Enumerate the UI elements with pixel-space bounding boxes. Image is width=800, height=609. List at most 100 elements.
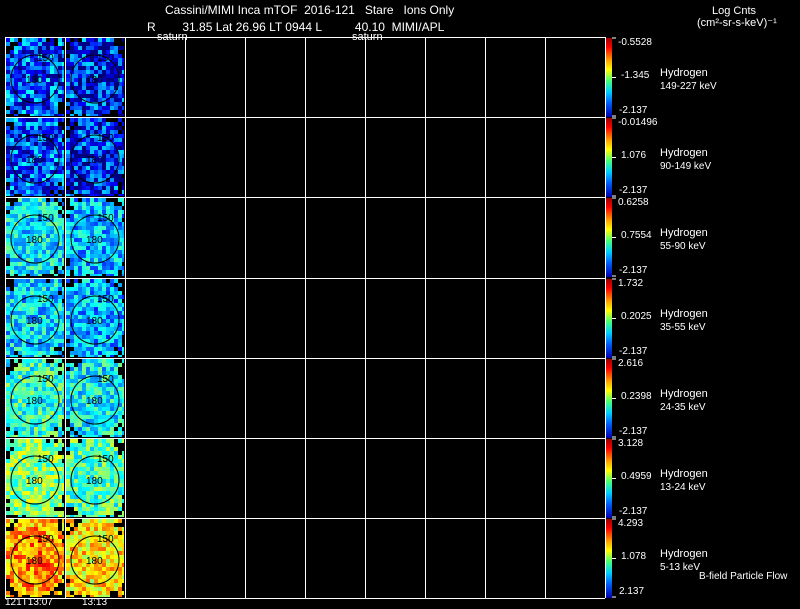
heatmap-pixel [14,355,18,357]
heatmap-pixel [58,266,62,270]
heatmap-pixel [70,142,74,146]
heatmap-pixel [66,66,70,70]
heatmap-pixel [82,230,86,234]
heatmap-pixel [90,415,94,419]
heatmap-pixel [10,371,14,375]
heatmap-pixel [78,427,82,431]
heatmap-pixel [10,118,14,122]
heatmap-pixel [118,535,122,539]
heatmap-pixel [94,122,98,126]
heatmap-pixel [46,411,50,415]
heatmap-pixel [106,186,110,190]
heatmap-pixel [14,451,18,455]
heatmap-pixel [26,186,30,190]
heatmap-pixel [38,186,42,190]
heatmap-pixel [74,567,78,571]
heatmap-pixel [6,102,10,106]
heatmap-pixel [26,511,30,515]
heatmap-pixel [30,435,34,437]
heatmap-pixel [82,343,86,347]
heatmap-pixel [94,166,98,170]
heatmap-pixel [54,351,58,355]
heatmap-pixel [6,547,10,551]
heatmap-pixel [118,427,122,431]
heatmap-pixel [18,198,22,202]
colorbar-mid-label: 0.4959 [621,471,652,482]
heatmap-pixel [38,250,42,254]
heatmap-pixel [6,311,10,315]
heatmap-pixel [58,455,62,459]
heatmap-pixel [94,575,98,579]
heatmap-pixel [26,130,30,134]
heatmap-pixel [46,387,50,391]
heatmap-pixel [58,146,62,150]
heatmap-pixel [6,134,10,138]
heatmap-pixel [42,202,46,206]
heatmap-pixel [118,54,122,58]
heatmap-pixel [66,90,70,94]
heatmap-pixel [42,491,46,495]
heatmap-pixel [46,270,50,274]
heatmap-pixel [50,467,54,471]
heatmap-pixel [30,266,34,270]
heatmap-pixel [78,463,82,467]
heatmap-pixel [38,435,42,437]
heatmap-pixel [122,182,124,186]
heatmap-pixel [46,403,50,407]
heatmap-pixel [74,178,78,182]
heatmap-pixel [110,387,114,391]
heatmap-pixel [34,186,38,190]
heatmap-pixel [14,399,18,403]
heatmap-pixel [82,166,86,170]
heatmap-pixel [122,202,124,206]
heatmap-pixel [122,439,124,443]
heatmap-pixel [102,182,106,186]
heatmap-pixel [6,315,10,319]
heatmap-pixel [50,515,54,517]
heatmap-pixel [18,319,22,323]
heatmap-pixel [26,487,30,491]
heatmap-pixel [98,431,102,435]
heatmap-pixel [18,567,22,571]
heatmap-pixel [50,266,54,270]
heatmap-pixel [122,411,124,415]
heatmap-pixel [90,170,94,174]
heatmap-pixel [98,351,102,355]
heatmap-pixel [66,375,70,379]
heatmap-pixel [14,210,18,214]
heatmap-pixel [26,367,30,371]
heatmap-pixel [90,383,94,387]
heatmap-pixel [70,439,74,443]
heatmap-pixel [106,483,110,487]
heatmap-pixel [90,587,94,591]
heatmap-pixel [82,142,86,146]
heatmap-pixel [10,222,14,226]
heatmap-pixel [30,118,34,122]
heatmap-pixel [78,407,82,411]
heatmap-pixel [22,503,26,507]
heatmap-pixel [86,266,90,270]
heatmap-pixel [86,50,90,54]
heatmap-pixel [122,463,124,467]
heatmap-pixel [86,351,90,355]
heatmap-pixel [62,571,64,575]
heatmap-pixel [50,395,54,399]
heatmap-pixel [106,467,110,471]
heatmap-pixel [50,202,54,206]
heatmap-pixel [34,443,38,447]
heatmap-pixel [58,411,62,415]
heatmap-pixel [38,471,42,475]
heatmap-pixel [78,327,82,331]
heatmap-pixel [54,182,58,186]
heatmap-pixel [54,459,58,463]
heatmap-pixel [38,431,42,435]
heatmap-pixel [42,523,46,527]
heatmap-pixel [114,339,118,343]
heatmap-pixel [122,563,124,567]
heatmap-pixel [6,202,10,206]
heatmap-pixel [122,190,124,194]
heatmap-pixel [54,591,58,595]
heatmap-pixel [94,527,98,531]
heatmap-pixel [50,407,54,411]
heatmap-pixel [18,295,22,299]
